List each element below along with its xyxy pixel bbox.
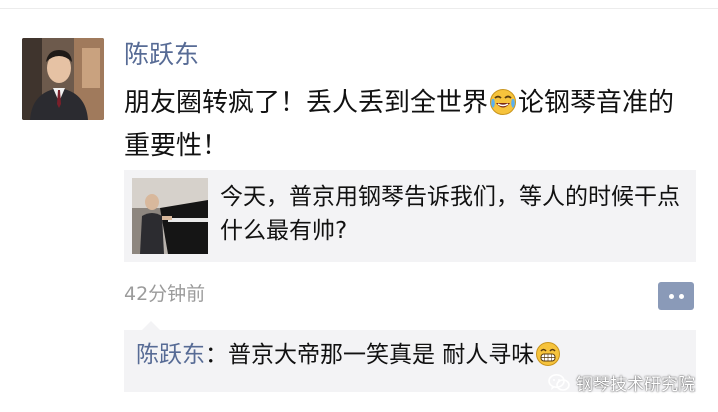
crying-laughing-emoji-icon [489, 88, 517, 127]
comment-dot [678, 293, 684, 299]
post-author-name[interactable]: 陈跃东 [124, 38, 199, 72]
watermark: 钢琴技术研究院 [548, 370, 695, 395]
comment-author[interactable]: 陈跃东 [136, 342, 205, 368]
watermark-text: 钢琴技术研究院 [576, 375, 695, 395]
comment-item[interactable]: 陈跃东：普京大帝那一笑真是 耐人寻味 [136, 338, 562, 377]
wechat-icon [548, 373, 570, 391]
avatar[interactable] [22, 38, 104, 120]
comment-text: 普京大帝那一笑真是 耐人寻味 [228, 342, 535, 368]
post-timestamp: 42分钟前 [124, 283, 206, 305]
comment-dots-icon [668, 293, 674, 299]
post-text-part-1: 朋友圈转疯了！丢人丢到全世界 [124, 88, 489, 118]
avatar-photo [22, 38, 104, 120]
comment-separator: ： [205, 342, 228, 368]
top-divider [0, 8, 718, 9]
piano-player-thumbnail-image [132, 178, 208, 254]
shared-link-card[interactable]: 今天，普京用钢琴告诉我们，等人的时候干点什么最有帅? [124, 170, 696, 262]
link-thumbnail [132, 178, 208, 254]
comment-button[interactable] [658, 282, 694, 310]
link-title: 今天，普京用钢琴告诉我们，等人的时候干点什么最有帅? [220, 184, 680, 244]
post-text: 朋友圈转疯了！丢人丢到全世界 论钢琴音准的重要性！ [124, 84, 694, 165]
